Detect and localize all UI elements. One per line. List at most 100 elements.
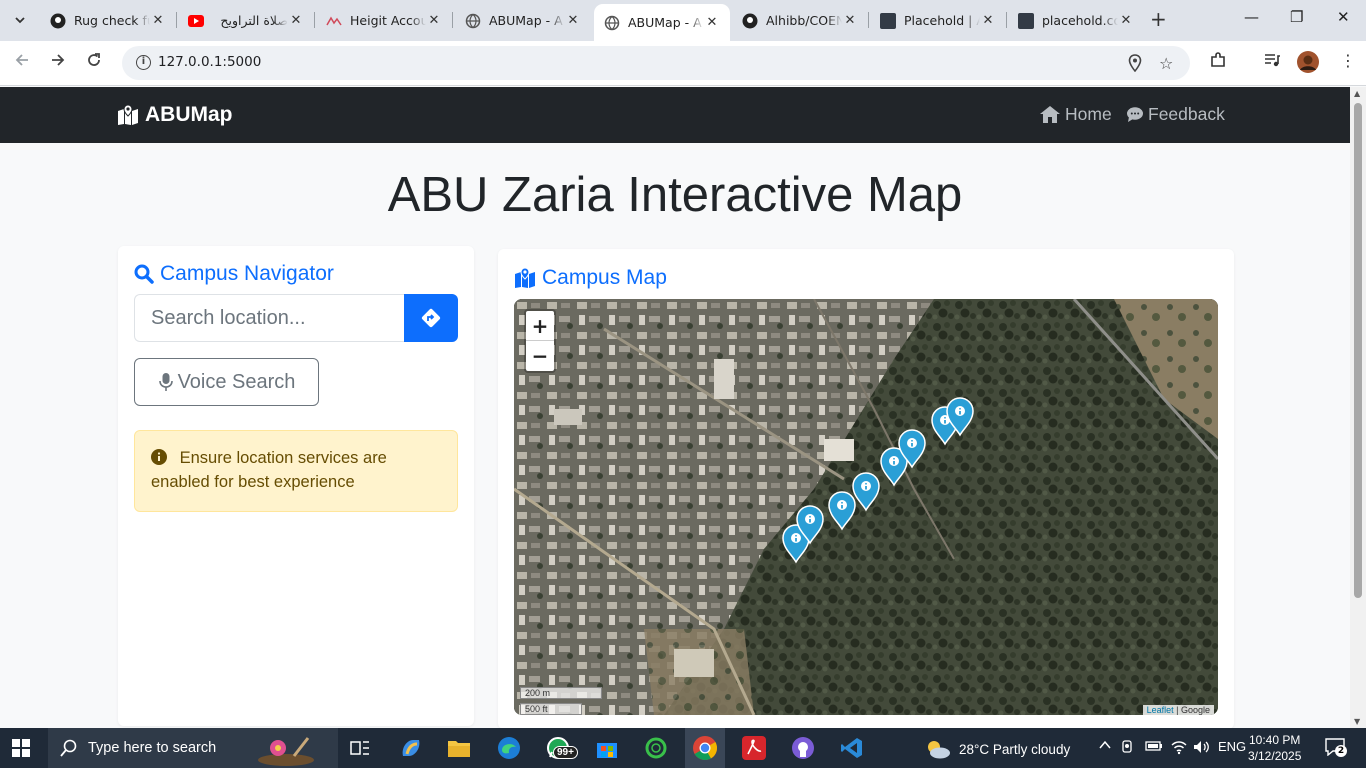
restore-button[interactable]: ❐ <box>1290 8 1303 26</box>
acrobat-icon[interactable] <box>740 734 768 762</box>
weather-widget[interactable]: 28°C Partly cloudy <box>925 739 1070 759</box>
scale-imperial: 500 ft <box>520 703 582 715</box>
browser-tab[interactable]: placehold.co ✕ <box>1008 4 1144 37</box>
card-title-text: Campus Navigator <box>160 262 334 285</box>
close-icon[interactable]: ✕ <box>426 13 442 28</box>
close-icon[interactable]: ✕ <box>288 13 304 28</box>
chevron-down-icon <box>15 17 25 24</box>
nav-link-label: Feedback <box>1148 104 1225 124</box>
attribution-link[interactable]: Leaflet <box>1147 705 1174 715</box>
brand-link[interactable]: ABUMap <box>117 103 233 127</box>
card-title-text: Campus Map <box>542 266 667 289</box>
notification-center-icon[interactable]: 2 <box>1325 738 1347 760</box>
marker-layer <box>782 397 974 564</box>
windows-start-icon[interactable] <box>12 739 30 761</box>
campus-map-card: Campus Map + − 200 m 500 ft Leaflet | Go… <box>498 249 1234 728</box>
close-window-button[interactable]: ✕ <box>1337 8 1350 26</box>
wifi-icon[interactable] <box>1170 739 1188 758</box>
address-bar[interactable]: i 127.0.0.1:5000 ☆ <box>122 46 1190 80</box>
scale-metric: 200 m <box>520 687 602 699</box>
profile-avatar[interactable] <box>1297 51 1319 77</box>
map-marker-icon[interactable] <box>828 491 856 531</box>
home-icon <box>1040 106 1060 123</box>
location-pin-icon[interactable] <box>1128 54 1142 76</box>
taskbar-search-placeholder: Type here to search <box>88 740 217 756</box>
search-highlight-icon <box>258 737 315 766</box>
directions-icon <box>421 308 441 328</box>
vscode-icon[interactable] <box>838 734 866 762</box>
minimize-button[interactable]: — <box>1244 8 1259 26</box>
close-icon[interactable]: ✕ <box>842 13 858 28</box>
placehold-icon <box>1018 12 1034 29</box>
close-icon[interactable]: ✕ <box>150 13 166 28</box>
card-title: Campus Map <box>514 266 667 290</box>
search-input[interactable] <box>134 294 405 342</box>
back-button[interactable] <box>11 52 33 74</box>
battery-icon[interactable] <box>1145 739 1163 756</box>
close-icon[interactable]: ✕ <box>1118 13 1134 28</box>
meet-now-icon[interactable] <box>1120 739 1136 758</box>
alert-text: Ensure location services are enabled for… <box>151 449 387 491</box>
browser-tab[interactable]: Rug check fu ✕ <box>40 4 176 37</box>
reload-button[interactable] <box>83 52 105 74</box>
microsoft-store-icon[interactable] <box>593 734 621 762</box>
arrow-left-icon <box>15 54 28 66</box>
github-desktop-icon[interactable] <box>789 734 817 762</box>
web-page: ABUMap Home Feedback ABU Zaria Interacti… <box>0 87 1350 728</box>
zoom-out-button[interactable]: − <box>526 341 554 371</box>
close-icon[interactable]: ✕ <box>565 13 581 28</box>
tab-separator <box>1006 12 1007 28</box>
media-control-icon[interactable] <box>1263 51 1281 73</box>
chevron-up-icon[interactable] <box>1098 739 1112 754</box>
directions-button[interactable] <box>404 294 458 342</box>
map-marker-icon[interactable] <box>852 472 880 512</box>
nav-link-label: Home <box>1065 104 1112 124</box>
scrollbar-thumb[interactable] <box>1354 103 1362 598</box>
arrow-right-icon <box>52 54 65 66</box>
system-clock[interactable]: 10:40 PM 3/12/2025 <box>1248 732 1301 764</box>
browser-tab[interactable]: Heigit Accou ✕ <box>316 4 452 37</box>
site-info-icon[interactable]: i <box>136 55 151 70</box>
extensions-icon[interactable] <box>1209 51 1227 73</box>
zoom-in-button[interactable]: + <box>526 311 554 341</box>
browser-tab[interactable]: Placehold | A ✕ <box>870 4 1006 37</box>
volume-icon[interactable] <box>1192 739 1210 758</box>
tab-search-button[interactable] <box>8 8 32 32</box>
chrome-icon[interactable] <box>685 728 725 768</box>
file-explorer-icon[interactable] <box>445 734 473 762</box>
search-icon <box>134 264 154 284</box>
close-icon[interactable]: ✕ <box>980 13 996 28</box>
scroll-down-arrow-icon[interactable]: ▼ <box>1354 717 1360 726</box>
clock-date: 3/12/2025 <box>1248 749 1302 763</box>
github-icon <box>742 13 758 29</box>
globe-icon <box>465 13 481 29</box>
forward-button[interactable] <box>47 52 69 74</box>
nav-link-feedback[interactable]: Feedback <box>1127 104 1225 125</box>
edge-browser-icon[interactable] <box>495 734 523 762</box>
search-icon <box>60 739 77 757</box>
browser-tab[interactable]: صلاة التراويح ✕ <box>178 4 314 37</box>
browser-menu-icon[interactable]: ⋮ <box>1340 51 1356 70</box>
close-icon[interactable]: ✕ <box>704 15 720 30</box>
bookmark-star-icon[interactable]: ☆ <box>1159 54 1173 73</box>
url-text: 127.0.0.1:5000 <box>158 54 262 70</box>
map-location-icon <box>118 105 138 125</box>
tab-title: Rug check fu <box>74 13 150 28</box>
scroll-up-arrow-icon[interactable]: ▲ <box>1354 89 1360 98</box>
input-language[interactable]: ENG <box>1218 739 1246 754</box>
tab-title: ABUMap - A <box>489 13 563 28</box>
taskbar-search[interactable]: Type here to search <box>48 728 338 768</box>
app-circle-icon[interactable] <box>642 734 670 762</box>
satellite-map[interactable]: + − 200 m 500 ft Leaflet | Google <box>514 299 1218 715</box>
page-scrollbar[interactable]: ▲ ▼ <box>1350 87 1366 728</box>
browser-tab[interactable]: ABUMap - A ✕ <box>455 4 591 37</box>
browser-tab-active[interactable]: ABUMap - A ✕ <box>594 4 730 41</box>
task-view-icon[interactable] <box>346 734 374 762</box>
browser-tab[interactable]: Alhibb/COEN ✕ <box>732 4 868 37</box>
copilot-icon[interactable] <box>397 734 425 762</box>
tab-title: Alhibb/COEN <box>766 13 842 28</box>
voice-search-button[interactable]: Voice Search <box>134 358 319 406</box>
nav-link-home[interactable]: Home <box>1040 104 1112 125</box>
new-tab-button[interactable]: + <box>1150 9 1167 29</box>
comment-icon <box>1127 107 1143 122</box>
